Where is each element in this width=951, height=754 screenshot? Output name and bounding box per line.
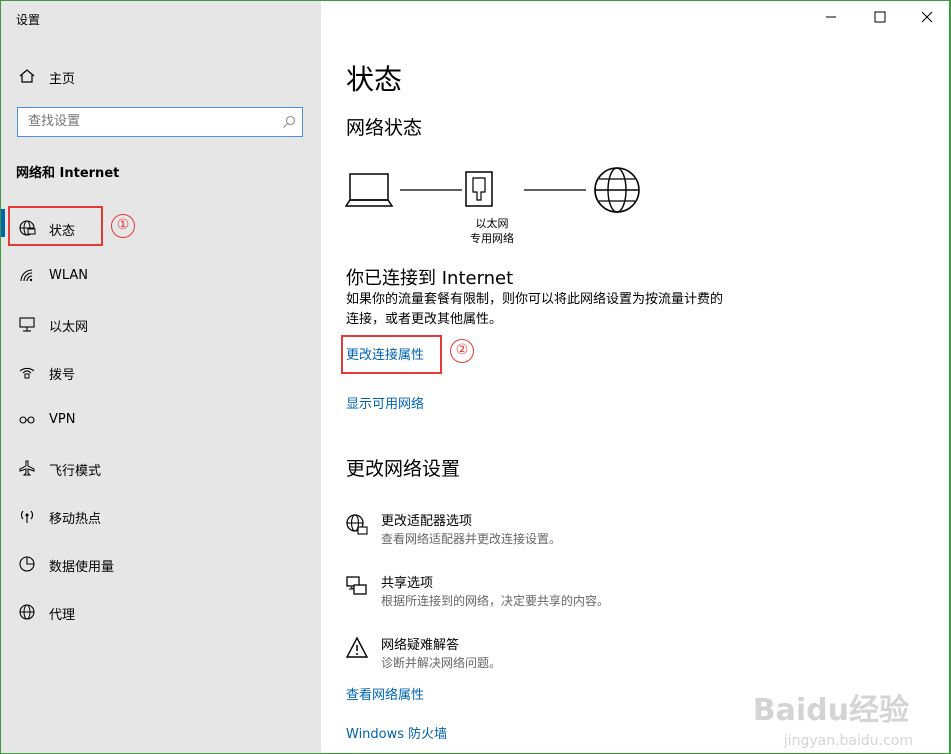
option-description: 根据所连接到的网络，决定要共享的内容。	[381, 594, 610, 608]
adapter-icon	[346, 514, 368, 535]
section-label: 网络和 Internet	[16, 166, 120, 181]
sidebar-item-home[interactable]: 主页	[1, 57, 321, 97]
adapter-label: 以太网 专用网络	[452, 216, 532, 246]
airplane-icon	[19, 460, 35, 476]
watermark-url: jingyan.baidu.com	[783, 733, 913, 749]
annotation-box-status	[8, 206, 103, 246]
globe-icon	[19, 604, 35, 620]
sidebar-item-label: 数据使用量	[49, 560, 115, 575]
adapter-network-type: 专用网络	[470, 232, 514, 245]
change-network-settings-heading: 更改网络设置	[346, 458, 461, 480]
adapter-name: 以太网	[475, 217, 509, 230]
maximize-icon[interactable]	[870, 7, 890, 27]
sidebar: 设置 主页 网络和 Internet 状态 WLAN 以太网 拨号	[1, 1, 321, 753]
network-status-heading: 网络状态	[346, 117, 423, 139]
option-title: 网络疑难解答	[381, 638, 460, 653]
wifi-icon	[20, 269, 33, 282]
close-icon[interactable]	[917, 7, 937, 27]
dialup-icon	[19, 367, 35, 379]
settings-window: 设置 主页 网络和 Internet 状态 WLAN 以太网 拨号	[1, 1, 949, 753]
laptop-icon	[345, 173, 394, 207]
sidebar-item-label: 移动热点	[49, 512, 102, 527]
hotspot-icon	[20, 510, 34, 523]
option-description: 诊断并解决网络问题。	[381, 656, 502, 670]
connected-desc-line2: 连接，或者更改其他属性。	[346, 312, 503, 327]
sidebar-item-ethernet[interactable]: 以太网	[1, 305, 321, 345]
search-input[interactable]	[28, 114, 278, 129]
watermark-brand: Baidu经验	[752, 693, 909, 728]
connected-heading: 你已连接到 Internet	[346, 268, 514, 289]
data-usage-icon	[19, 556, 35, 572]
sharing-icon	[346, 576, 367, 595]
internet-globe-icon	[594, 167, 640, 213]
option-description: 查看网络适配器并更改连接设置。	[381, 532, 562, 546]
vpn-icon	[19, 416, 35, 424]
sidebar-item-airplane[interactable]: 飞行模式	[1, 449, 321, 489]
ethernet-icon	[19, 317, 35, 332]
search-icon[interactable]	[282, 115, 296, 129]
option-title: 共享选项	[381, 576, 434, 591]
sidebar-item-hotspot[interactable]: 移动热点	[1, 497, 321, 537]
option-title: 更改适配器选项	[381, 514, 473, 529]
windows-firewall-link[interactable]: Windows 防火墙	[346, 723, 447, 742]
ethernet-adapter-icon	[465, 171, 493, 207]
sidebar-item-label: 拨号	[49, 368, 76, 383]
warning-icon	[345, 636, 369, 658]
main-pane: 状态 网络状态 以太网 专用网络 你已连接到 Internet 如果你的流量套餐…	[321, 1, 949, 753]
connected-description: 如果你的流量套餐有限制，则你可以将此网络设置为按流量计费的 连接，或者更改其他属…	[346, 290, 723, 330]
sidebar-item-data-usage[interactable]: 数据使用量	[1, 545, 321, 585]
minimize-icon[interactable]	[821, 7, 841, 27]
sidebar-item-label: 代理	[49, 608, 76, 623]
search-box[interactable]	[17, 107, 303, 137]
connected-desc-line1: 如果你的流量套餐有限制，则你可以将此网络设置为按流量计费的	[346, 292, 724, 307]
show-available-networks-link[interactable]: 显示可用网络	[346, 393, 424, 412]
sidebar-item-vpn[interactable]: VPN	[1, 401, 321, 441]
sidebar-item-label: VPN	[49, 412, 76, 427]
sidebar-item-label: 以太网	[49, 320, 89, 335]
page-title: 状态	[346, 63, 403, 96]
sidebar-item-label: WLAN	[49, 268, 89, 283]
sidebar-item-label: 飞行模式	[49, 464, 102, 479]
home-label: 主页	[49, 72, 76, 87]
annotation-marker-1: ①	[111, 214, 135, 238]
network-diagram	[345, 167, 640, 213]
home-icon	[19, 69, 35, 83]
sidebar-item-proxy[interactable]: 代理	[1, 593, 321, 633]
window-title: 设置	[16, 13, 41, 27]
annotation-marker-2: ②	[450, 339, 474, 363]
sidebar-item-wlan[interactable]: WLAN	[1, 257, 321, 297]
sidebar-item-dialup[interactable]: 拨号	[1, 353, 321, 393]
annotation-box-change-connection	[341, 335, 442, 374]
view-network-properties-link[interactable]: 查看网络属性	[346, 684, 424, 703]
